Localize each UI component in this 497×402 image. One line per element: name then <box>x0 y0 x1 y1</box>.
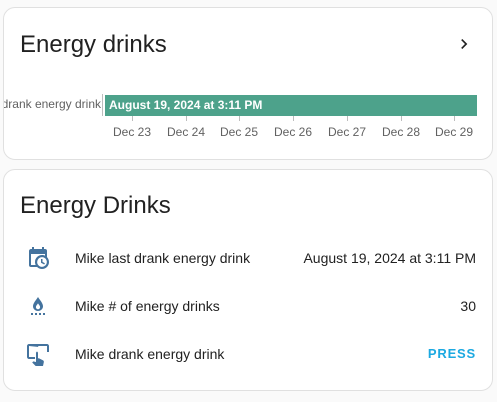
timeline-entity-label: Mike last drank energy drink <box>4 97 101 111</box>
gesture-tap-button-icon <box>27 344 49 366</box>
timeline-tick <box>293 116 294 121</box>
entities-card: Energy Drinks Mike last drank energy dri… <box>3 169 493 391</box>
history-card: Energy drinks Mike last drank energy dri… <box>3 7 493 160</box>
timeline-tick-label: Dec 23 <box>112 125 152 139</box>
timeline-tick <box>186 116 187 121</box>
timeline-tick-label: Dec 24 <box>166 125 206 139</box>
timeline-tick <box>347 116 348 121</box>
entity-name: Mike # of energy drinks <box>75 298 220 314</box>
timeline-tick <box>401 116 402 121</box>
entity-name: Mike last drank energy drink <box>75 250 251 266</box>
entity-row-last-drank[interactable]: Mike last drank energy drink August 19, … <box>20 238 476 278</box>
press-button[interactable]: PRESS <box>428 338 476 370</box>
entity-value: 30 <box>460 298 476 314</box>
entity-row-drank-button[interactable]: Mike drank energy drink PRESS <box>20 334 476 374</box>
timeline-tick <box>239 116 240 121</box>
history-card-title: Energy drinks <box>20 31 167 58</box>
chevron-right-icon[interactable] <box>454 34 474 54</box>
calendar-clock-icon <box>29 247 49 269</box>
timeline-tick-label: Dec 29 <box>434 125 474 139</box>
timeline-tick-label: Dec 25 <box>219 125 259 139</box>
timeline-tick-label: Dec 26 <box>273 125 313 139</box>
timeline-divider <box>102 94 103 116</box>
entities-card-title: Energy Drinks <box>20 192 171 219</box>
entity-row-drink-count[interactable]: Mike # of energy drinks 30 <box>20 286 476 326</box>
timeline-state-label: August 19, 2024 at 3:11 PM <box>109 98 263 112</box>
timeline-tick-label: Dec 27 <box>327 125 367 139</box>
timeline-tick-label: Dec 28 <box>381 125 421 139</box>
timeline-axis: Dec 23 Dec 24 Dec 25 Dec 26 Dec 27 Dec 28 Dec … <box>4 116 492 146</box>
entity-name: Mike drank energy drink <box>75 346 225 362</box>
entity-value: August 19, 2024 at 3:11 PM <box>303 250 476 266</box>
timeline-tick <box>454 116 455 121</box>
water-drop-counter-icon <box>31 297 45 315</box>
timeline-tick <box>132 116 133 121</box>
timeline-state-bar[interactable]: August 19, 2024 at 3:11 PM <box>105 95 477 116</box>
